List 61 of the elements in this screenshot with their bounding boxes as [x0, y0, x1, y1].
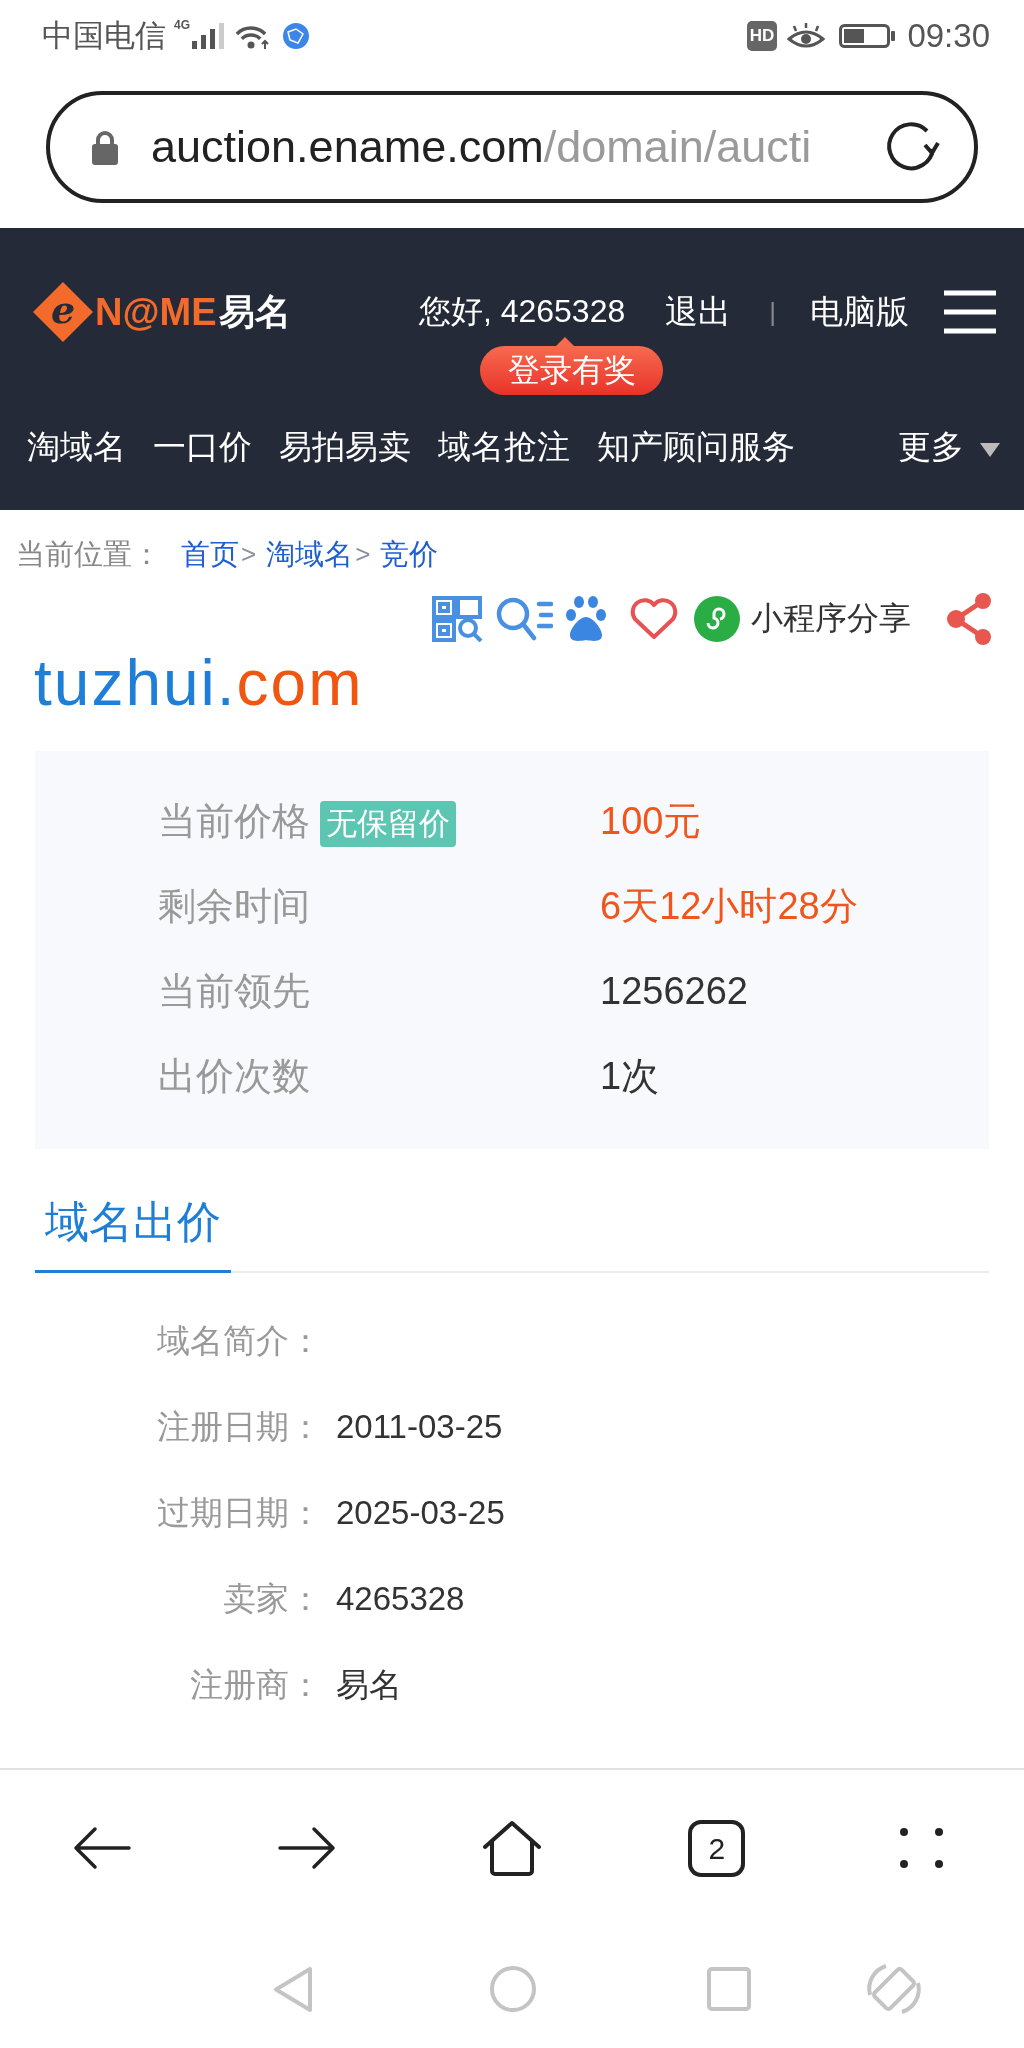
menu-icon[interactable] [944, 289, 996, 335]
info-value: 100元 [600, 799, 702, 844]
detail-label: 注册日期： [156, 1406, 322, 1447]
home-icon[interactable] [482, 1819, 542, 1877]
network-type: 4G [174, 18, 190, 32]
search-icon[interactable] [495, 596, 553, 642]
globe-icon [282, 22, 310, 50]
nav-item[interactable]: 知产顾问服务 [597, 424, 795, 470]
qr-search-icon[interactable] [432, 596, 484, 642]
detail-value: 4265328 [336, 1580, 465, 1618]
hd-badge: HD [746, 21, 778, 51]
logo-name[interactable]: 易名 [218, 287, 291, 337]
nav-item[interactable]: 易拍易卖 [279, 424, 411, 470]
detail-value: 易名 [336, 1664, 402, 1705]
mini-program-icon[interactable] [694, 596, 740, 642]
nav-item[interactable]: 域名抢注 [438, 424, 570, 470]
no-reserve-tag: 无保留价 [320, 800, 456, 847]
breadcrumb-label: 当前位置： [16, 537, 161, 572]
breadcrumb-separator: > [241, 538, 257, 571]
info-value: 6天12小时28分 [600, 884, 858, 929]
clock-time: 09:30 [907, 17, 990, 55]
link-separator: | [769, 296, 776, 328]
nav-item[interactable]: 一口价 [153, 424, 252, 470]
paw-icon[interactable] [566, 595, 606, 643]
info-label: 当前价格 [158, 799, 310, 844]
detail-value: 2011-03-25 [336, 1408, 503, 1446]
breadcrumb-link[interactable]: 竞价 [380, 536, 439, 572]
info-value: 1256262 [600, 970, 748, 1013]
detail-label: 注册商： [189, 1664, 322, 1705]
detail-label: 域名简介： [156, 1320, 322, 1361]
breadcrumb-link[interactable]: 淘域名 [266, 536, 354, 572]
heart-icon[interactable] [629, 597, 679, 641]
logo-wordmark[interactable]: N@ME [95, 290, 217, 334]
logo-initial[interactable]: e [33, 282, 93, 342]
address-bar[interactable]: auction.ename.com/domain/aucti [46, 91, 978, 203]
share-icon[interactable] [947, 593, 993, 645]
eye-icon [787, 22, 826, 50]
dropdown-triangle-icon [980, 443, 1000, 457]
battery-icon [839, 24, 896, 48]
mini-program-share-link[interactable]: 小程序分享 [751, 597, 911, 641]
more-dots-icon[interactable] [900, 1828, 944, 1868]
detail-label: 过期日期： [156, 1492, 322, 1533]
domain-name: tuzhui.com [34, 650, 364, 716]
more-menu-button[interactable]: 更多 [898, 424, 1000, 470]
carrier-name: 中国电信 [42, 17, 166, 55]
desktop-version-link[interactable]: 电脑版 [810, 289, 909, 335]
user-greeting: 您好, 4265328 [418, 292, 626, 331]
signal-icon [192, 23, 225, 49]
nav-item[interactable]: 淘域名 [27, 424, 126, 470]
bid-tab[interactable]: 域名出价 [35, 1195, 231, 1273]
detail-value: 2025-03-25 [336, 1494, 505, 1532]
info-label: 出价次数 [158, 1054, 310, 1099]
logout-link[interactable]: 退出 [665, 289, 732, 335]
detail-label: 卖家： [222, 1578, 322, 1619]
breadcrumb-separator: > [355, 538, 371, 571]
breadcrumb-link[interactable]: 首页 [181, 536, 239, 572]
lock-icon [90, 129, 120, 165]
info-value: 1次 [600, 1054, 660, 1099]
info-label: 当前领先 [158, 969, 310, 1014]
tab-count-button[interactable]: 2 [688, 1819, 746, 1877]
info-label: 剩余时间 [158, 884, 310, 929]
